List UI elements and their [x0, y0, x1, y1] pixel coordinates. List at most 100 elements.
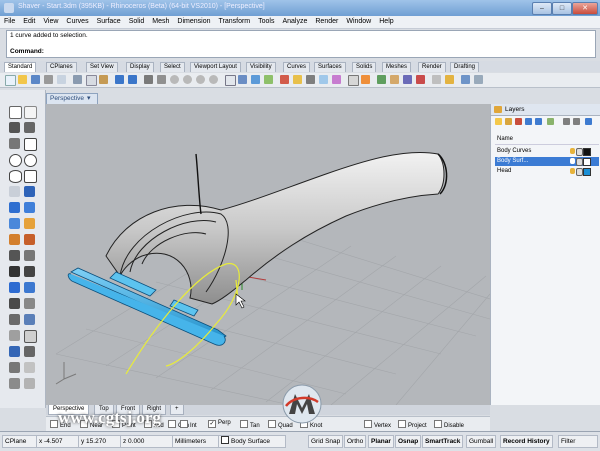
grid-snap-toggle[interactable]: Grid Snap	[308, 435, 344, 448]
osnap-perp[interactable]: ✓ Perp	[208, 420, 231, 428]
layer-color-swatch[interactable]	[583, 148, 591, 156]
curve-icon[interactable]	[24, 122, 35, 133]
menu-file[interactable]: File	[0, 16, 19, 28]
circle-icon[interactable]	[9, 154, 22, 167]
text-icon[interactable]	[474, 75, 483, 84]
print-icon[interactable]	[44, 75, 53, 84]
checkbox[interactable]	[180, 420, 188, 428]
light-bulb-icon[interactable]	[570, 168, 575, 174]
menu-curves[interactable]: Curves	[62, 16, 92, 28]
lock-icon[interactable]	[576, 168, 583, 176]
tab-set-view[interactable]: Set View	[86, 62, 118, 72]
help-icon[interactable]	[585, 118, 592, 125]
curve-tools-icon[interactable]	[9, 186, 20, 197]
options-icon[interactable]	[348, 75, 359, 86]
menu-view[interactable]: View	[39, 16, 62, 28]
analyze-icon[interactable]	[390, 75, 399, 84]
menu-edit[interactable]: Edit	[19, 16, 39, 28]
status-cplane[interactable]: CPlane	[2, 435, 38, 448]
save-icon[interactable]	[31, 75, 40, 84]
zoom-icon[interactable]	[170, 75, 179, 84]
menu-render[interactable]: Render	[311, 16, 342, 28]
chevron-down-icon[interactable]: ▾	[87, 94, 91, 102]
dimension-tools-icon[interactable]	[24, 234, 35, 245]
layer-row-body-curves[interactable]: Body Curves	[495, 147, 599, 156]
app-icon[interactable]	[4, 3, 14, 13]
layer-settings-icon[interactable]	[573, 118, 580, 125]
properties-tools-icon[interactable]	[24, 314, 35, 325]
cut-icon[interactable]	[73, 75, 82, 84]
solid-tools-icon[interactable]	[24, 202, 35, 213]
misc-tools-icon[interactable]	[9, 378, 20, 389]
paste-icon[interactable]	[99, 75, 108, 84]
minimize-button[interactable]: –	[532, 2, 552, 15]
pencil-icon[interactable]	[570, 158, 575, 164]
command-input[interactable]: Command:	[6, 47, 596, 58]
menu-surface[interactable]: Surface	[93, 16, 125, 28]
layer-color-swatch[interactable]	[583, 158, 591, 166]
new-file-icon[interactable]	[5, 75, 16, 86]
menu-analyze[interactable]: Analyze	[278, 16, 311, 28]
tab-visibility[interactable]: Visibility	[246, 62, 276, 72]
zoom-extents-icon[interactable]	[196, 75, 205, 84]
checkbox[interactable]	[268, 420, 276, 428]
delete-layer-icon[interactable]	[515, 118, 522, 125]
light-icon[interactable]	[293, 75, 302, 84]
new-layer-icon[interactable]	[495, 118, 502, 125]
osnap-project[interactable]: Project	[398, 420, 427, 429]
gumball-toggle[interactable]: Gumball	[466, 435, 497, 448]
analyze-tools-icon[interactable]	[9, 314, 20, 325]
lock-objects-icon[interactable]	[24, 362, 35, 373]
four-views-icon[interactable]	[225, 75, 236, 86]
check-icon[interactable]	[24, 346, 35, 357]
render-icon[interactable]	[332, 75, 341, 84]
block-icon[interactable]	[24, 330, 37, 343]
osnap-tan[interactable]: Tan	[240, 420, 260, 429]
transform-icon[interactable]	[9, 250, 20, 261]
show-icon[interactable]	[445, 75, 454, 84]
properties-icon[interactable]	[280, 75, 289, 84]
mesh-icon[interactable]	[9, 218, 20, 229]
menu-transform[interactable]: Transform	[214, 16, 254, 28]
menu-window[interactable]: Window	[342, 16, 375, 28]
split-icon[interactable]	[24, 266, 35, 277]
tab-select[interactable]: Select	[160, 62, 185, 72]
checkbox[interactable]	[364, 420, 372, 428]
menu-help[interactable]: Help	[375, 16, 397, 28]
render-tools-icon[interactable]	[24, 218, 35, 229]
explode-icon[interactable]	[24, 282, 35, 293]
menu-tools[interactable]: Tools	[254, 16, 278, 28]
undo-icon[interactable]	[115, 75, 124, 84]
arc-icon[interactable]	[24, 154, 37, 167]
filter-toggle[interactable]: Filter	[558, 435, 598, 448]
rectangle-icon[interactable]	[24, 138, 37, 151]
lock-icon[interactable]	[576, 158, 583, 166]
osnap-vertex[interactable]: Vertex	[364, 420, 391, 429]
help-icon[interactable]	[361, 75, 370, 84]
checkbox[interactable]	[398, 420, 406, 428]
surface-icon[interactable]	[24, 186, 35, 197]
record-history-toggle[interactable]: Record History	[500, 435, 553, 448]
maximize-button[interactable]: □	[552, 2, 572, 15]
tab-cplanes[interactable]: CPlanes	[46, 62, 77, 72]
osnap-toggle[interactable]: Osnap	[395, 435, 422, 448]
move-down-icon[interactable]	[535, 118, 542, 125]
array-icon[interactable]	[24, 250, 35, 261]
tab-curves[interactable]: Curves	[283, 62, 311, 72]
close-button[interactable]: ✕	[572, 2, 598, 15]
tab-drafting[interactable]: Drafting	[450, 62, 480, 72]
tab-display[interactable]: Display	[126, 62, 154, 72]
group-icon[interactable]	[9, 298, 20, 309]
hide-objects-icon[interactable]	[9, 362, 20, 373]
select-icon[interactable]	[251, 75, 260, 84]
polyline-icon[interactable]	[9, 122, 20, 133]
osnap-disable[interactable]: Disable	[434, 420, 464, 429]
tab-solids[interactable]: Solids	[352, 62, 377, 72]
checkbox[interactable]	[168, 420, 176, 428]
layer-tools-icon[interactable]	[563, 118, 570, 125]
status-current-layer[interactable]: Body Surface	[218, 435, 286, 448]
tab-standard[interactable]: Standard	[4, 62, 37, 72]
lock-icon[interactable]	[576, 148, 583, 156]
smarttrack-toggle[interactable]: SmartTrack	[422, 435, 464, 448]
rotate-view-icon[interactable]	[157, 75, 166, 84]
